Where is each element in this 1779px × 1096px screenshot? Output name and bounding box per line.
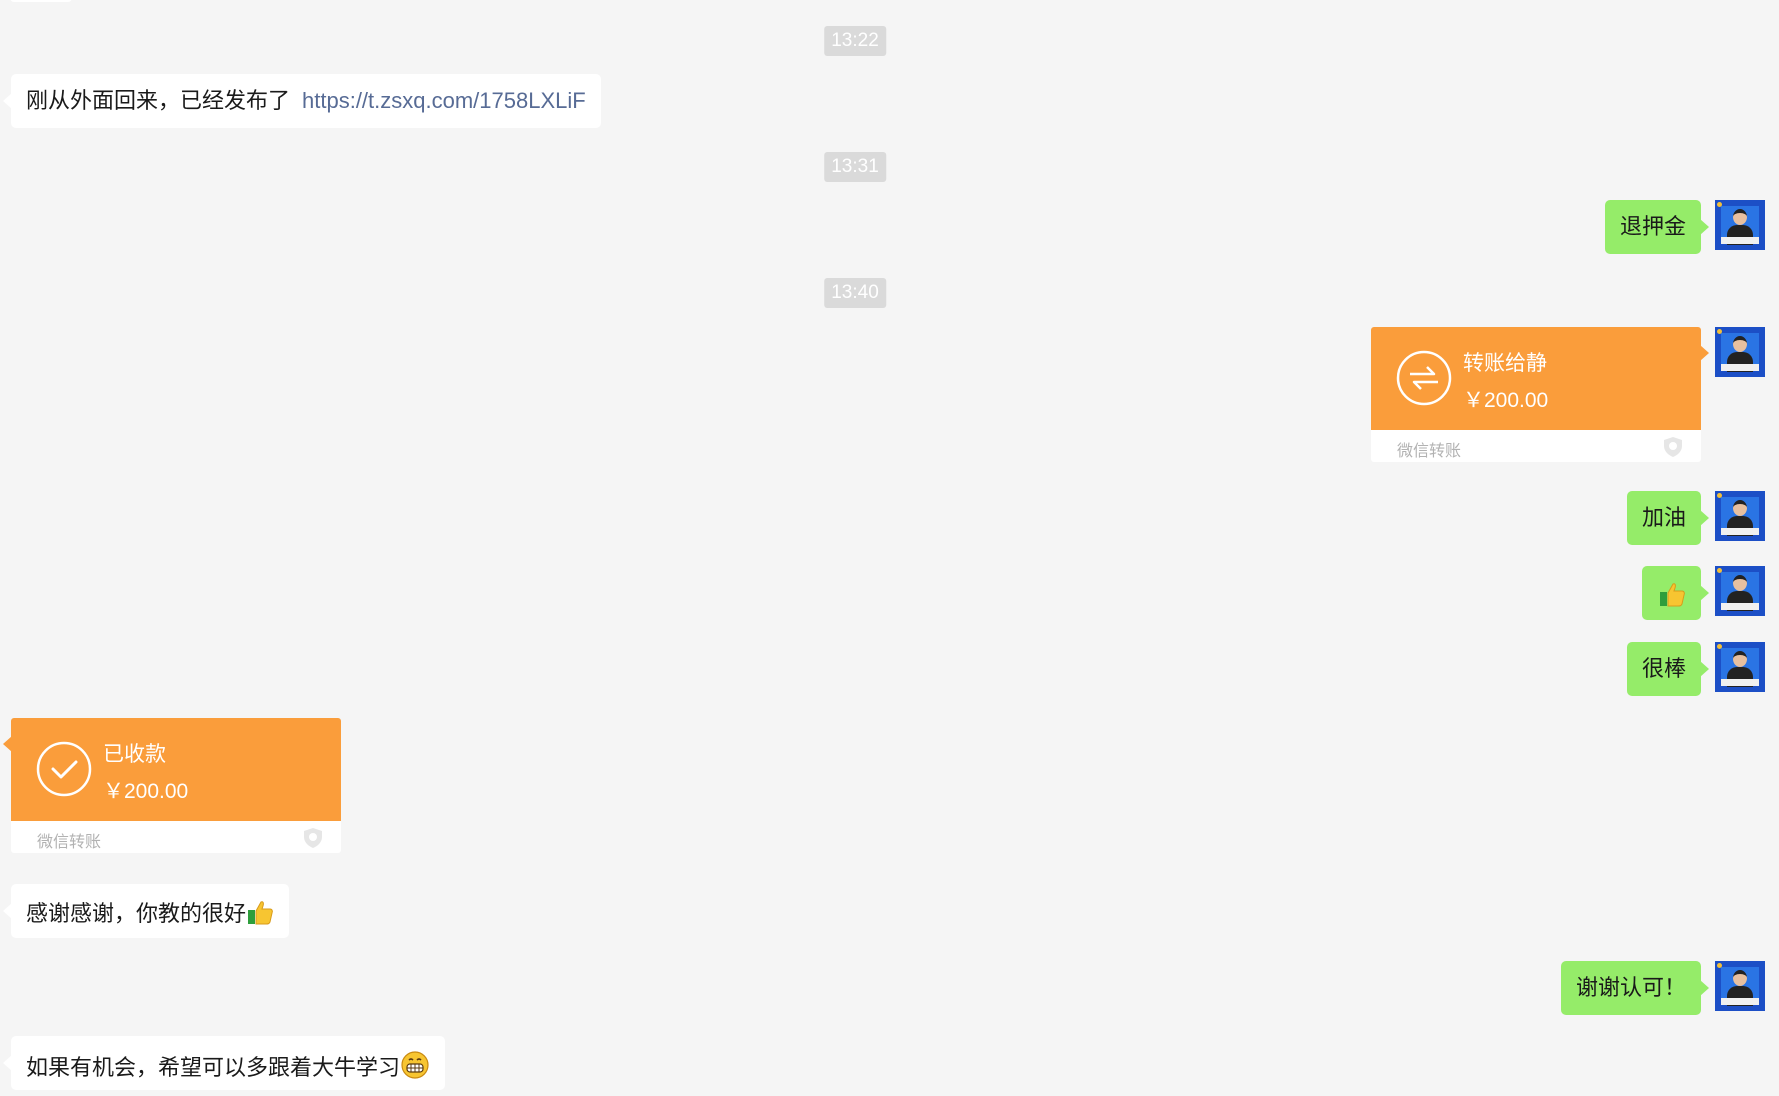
avatar[interactable]: [1715, 566, 1765, 616]
message-text: 很棒: [1641, 656, 1686, 681]
message-text: 加油: [1641, 505, 1686, 530]
avatar-badge: [1717, 568, 1722, 573]
transfer-card-footer: 微信转账: [1371, 430, 1701, 462]
transfer-title: 转账给静: [1463, 352, 1547, 375]
shield-icon: [304, 828, 322, 848]
timestamp: 13:22: [824, 26, 886, 56]
transfer-title: 已收款: [103, 743, 166, 766]
avatar-caption: [1721, 364, 1759, 371]
avatar-caption: [1721, 998, 1759, 1005]
avatar-badge: [1717, 493, 1722, 498]
message-link[interactable]: https://t.zsxq.com/1758LXLiF: [302, 88, 586, 113]
message-bubble-incoming[interactable]: 感谢感谢，你教的很好: [2, 884, 290, 938]
avatar-badge: [1717, 329, 1722, 334]
message-text: 谢谢认可！: [1575, 975, 1686, 1000]
timestamp: 13:31: [824, 152, 886, 182]
message-text: 如果有机会，希望可以多跟着大牛学习: [26, 1055, 401, 1080]
message-bubble-incoming[interactable]: 刚从外面回来，已经发布了 https://t.zsxq.com/1758LXLiF: [3, 74, 601, 128]
transfer-card-footer: 微信转账: [11, 821, 341, 853]
transfer-card-header: 已收款 ￥200.00: [3, 718, 341, 821]
thumbs-up-emoji-icon: [1660, 583, 1685, 607]
avatar-caption: [1721, 237, 1759, 244]
message-bubble-outgoing[interactable]: 加油: [1626, 491, 1710, 545]
message-bubble-outgoing[interactable]: 谢谢认可！: [1560, 961, 1710, 1015]
avatar-face: [1733, 500, 1747, 516]
cutoff-bubble: [10, 0, 72, 2]
transfer-footer-label: 微信转账: [37, 834, 102, 851]
avatar-face: [1733, 970, 1747, 986]
grinning-face-emoji-icon: [401, 1051, 429, 1079]
transfer-amount: ￥200.00: [103, 780, 189, 803]
avatar-badge: [1717, 202, 1722, 207]
transfer-footer-label: 微信转账: [1397, 443, 1462, 460]
avatar-badge: [1717, 963, 1722, 968]
avatar[interactable]: [1715, 200, 1765, 250]
avatar-face: [1733, 209, 1747, 225]
message-bubble-outgoing[interactable]: [1642, 566, 1709, 620]
avatar-face: [1733, 651, 1747, 667]
message-text: 感谢感谢，你教的很好: [26, 901, 247, 926]
transfer-amount: ￥200.00: [1463, 389, 1549, 412]
avatar-face: [1733, 336, 1747, 352]
timestamp: 13:40: [824, 278, 886, 308]
message-bubble-outgoing[interactable]: 很棒: [1626, 642, 1710, 696]
avatar[interactable]: [1715, 961, 1765, 1011]
thumbs-up-emoji-icon: [248, 901, 273, 925]
avatar-caption: [1721, 528, 1759, 535]
transfer-icon: [1396, 350, 1452, 406]
transfer-card-sent[interactable]: 转账给静 ￥200.00 微信转账: [1371, 327, 1709, 462]
message-bubble-incoming[interactable]: 如果有机会，希望可以多跟着大牛学习: [2, 1036, 446, 1090]
avatar-caption: [1721, 603, 1759, 610]
message-text: 刚从外面回来，已经发布了: [26, 88, 291, 113]
avatar[interactable]: [1715, 642, 1765, 692]
shield-icon: [1664, 437, 1682, 457]
message-text: 退押金: [1619, 214, 1686, 239]
message-bubble-outgoing[interactable]: 退押金: [1604, 200, 1710, 254]
transfer-card-received[interactable]: 已收款 ￥200.00 微信转账: [3, 718, 341, 853]
avatar[interactable]: [1715, 327, 1765, 377]
avatar[interactable]: [1715, 491, 1765, 541]
avatar-badge: [1717, 644, 1722, 649]
transfer-card-header: 转账给静 ￥200.00: [1371, 327, 1709, 430]
check-circle-icon: [36, 741, 92, 797]
avatar-caption: [1721, 679, 1759, 686]
avatar-face: [1733, 575, 1747, 591]
